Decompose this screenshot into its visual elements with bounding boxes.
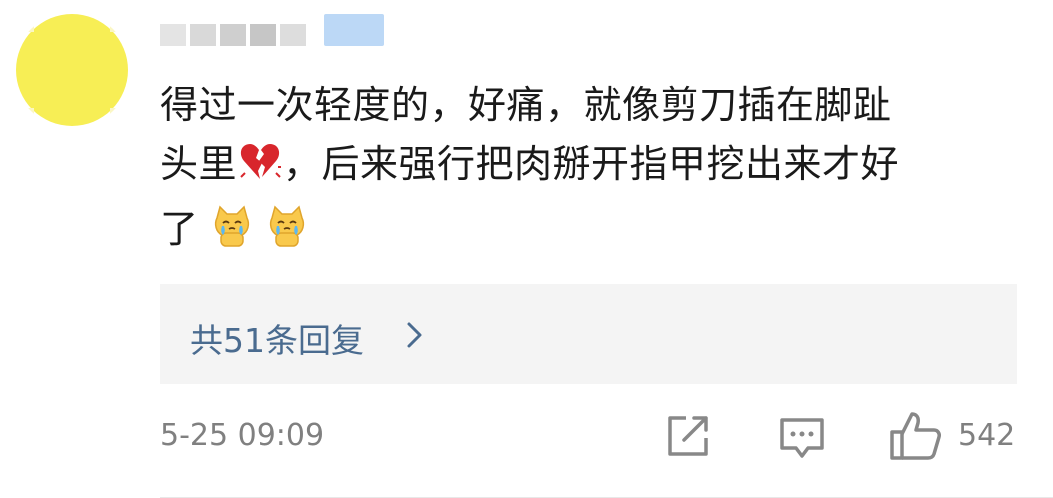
broken-heart-emoji-icon xyxy=(238,139,282,200)
avatar-image xyxy=(14,12,130,128)
replies-count-label: 共51条回复 xyxy=(190,321,364,360)
view-replies-button[interactable]: 共51条回复 xyxy=(160,284,1017,384)
crying-cat-emoji-icon xyxy=(212,204,252,265)
comment-timestamp: 5-25 09:09 xyxy=(160,418,325,453)
user-badge xyxy=(324,14,384,46)
share-button[interactable] xyxy=(664,410,712,466)
user-avatar[interactable] xyxy=(14,12,130,128)
username-blurred[interactable] xyxy=(160,12,330,54)
chevron-right-icon xyxy=(404,320,426,354)
comment-line-2a: 头里 xyxy=(160,142,238,186)
like-button[interactable] xyxy=(888,410,942,466)
share-icon xyxy=(668,416,708,456)
comment-line-3: 了 xyxy=(160,200,1040,265)
comment-line-2b: ，后来强行把肉掰开指甲挖出来才好 xyxy=(283,142,900,186)
like-count: 542 xyxy=(958,418,1016,453)
comment-button[interactable] xyxy=(778,410,826,466)
comment-line-1: 得过一次轻度的，好痛，就像剪刀插在脚趾 xyxy=(160,83,892,127)
comment-text: 得过一次轻度的，好痛，就像剪刀插在脚趾 头里 ，后来强行把肉掰开指甲挖出来才好 … xyxy=(160,76,1040,265)
thumbs-up-icon xyxy=(890,412,941,460)
comment-icon xyxy=(780,418,824,458)
comment-line-3-text: 了 xyxy=(160,207,199,251)
comment-line-2: 头里 ，后来强行把肉掰开指甲挖出来才好 xyxy=(160,135,1040,200)
crying-cat-emoji-icon xyxy=(267,204,307,265)
